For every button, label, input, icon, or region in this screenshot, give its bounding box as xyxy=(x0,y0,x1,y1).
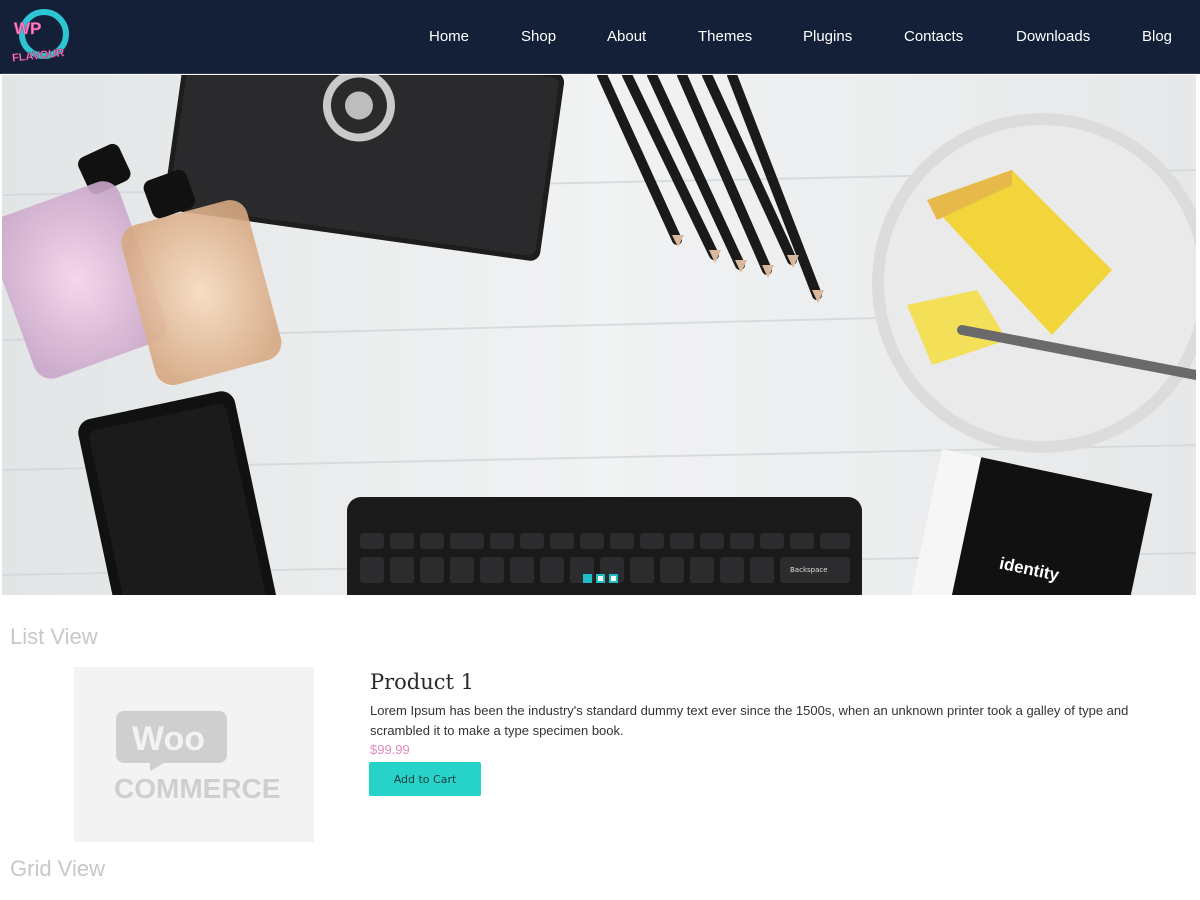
woocommerce-placeholder-icon: Woo COMMERCE xyxy=(74,667,314,842)
nav-item-plugins[interactable]: Plugins xyxy=(803,28,852,45)
main-menu: Home Shop About Themes Plugins Contacts … xyxy=(0,0,1200,74)
nav-item-shop[interactable]: Shop xyxy=(521,28,556,45)
nav-item-about[interactable]: About xyxy=(607,28,646,45)
add-to-cart-button[interactable]: Add to Cart xyxy=(369,762,481,796)
list-view-heading: List View xyxy=(10,624,98,649)
hero-image: Backspace identity xyxy=(2,75,1196,595)
top-navigation: WP FLAVOUR Home Shop About Themes Plugin… xyxy=(0,0,1200,74)
woo-text: Woo xyxy=(132,720,205,758)
keyboard-backspace-text: Backspace xyxy=(790,566,828,574)
nav-item-themes[interactable]: Themes xyxy=(698,28,752,45)
nav-item-home[interactable]: Home xyxy=(429,28,469,45)
hero-slider[interactable]: Backspace identity xyxy=(2,75,1196,595)
slider-pagination xyxy=(583,574,618,586)
plate-with-cake xyxy=(872,113,1196,453)
grid-view-heading: Grid View xyxy=(10,856,105,881)
nav-item-blog[interactable]: Blog xyxy=(1142,28,1172,45)
product-image[interactable]: Woo COMMERCE xyxy=(74,667,314,842)
slider-dot-1[interactable] xyxy=(583,574,592,583)
slider-dot-3[interactable] xyxy=(609,574,618,583)
product-price: $99.99 xyxy=(370,742,410,757)
slider-dot-2[interactable] xyxy=(596,574,605,583)
commerce-text: COMMERCE xyxy=(114,773,280,804)
product-title[interactable]: Product 1 xyxy=(370,670,474,694)
nav-item-contacts[interactable]: Contacts xyxy=(904,28,963,45)
product-description: Lorem Ipsum has been the industry's stan… xyxy=(370,703,1129,738)
nav-item-downloads[interactable]: Downloads xyxy=(1016,28,1090,45)
